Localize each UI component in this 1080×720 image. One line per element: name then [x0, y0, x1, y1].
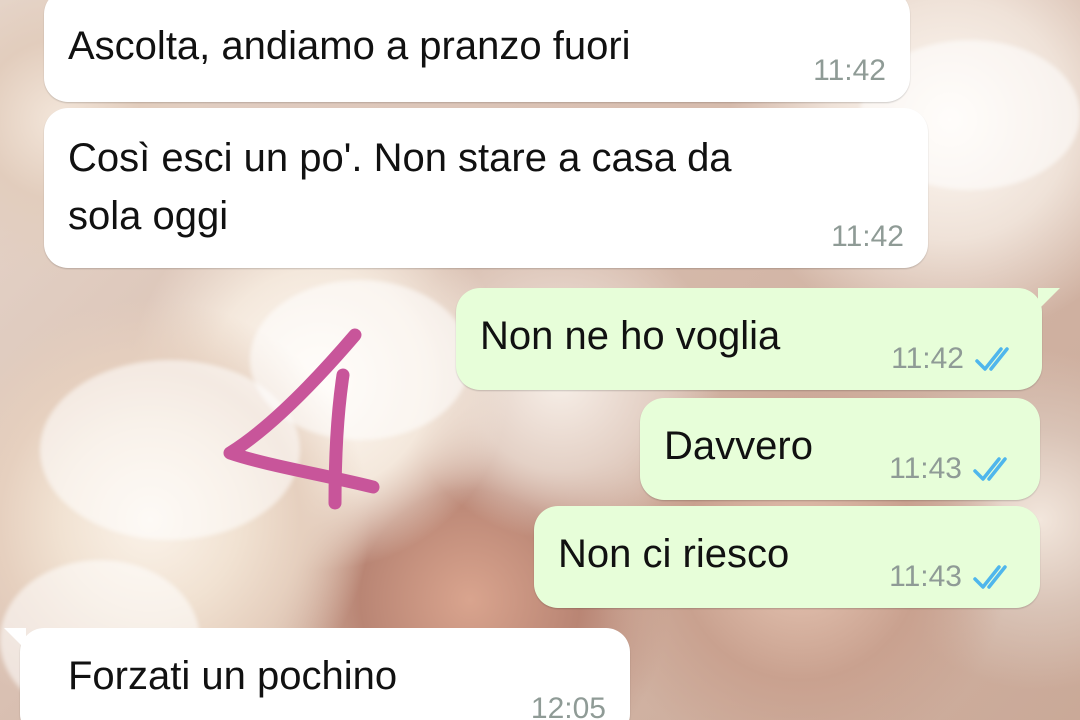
message-text: Forzati un pochino: [68, 654, 398, 698]
message-text-line-1: Così esci un po'. Non stare a casa da: [68, 136, 732, 180]
message-bubble-incoming[interactable]: Ascolta, andiamo a pranzo fuori 11:42: [44, 0, 910, 102]
bubble-tail: [1038, 288, 1060, 310]
message-text-line-2: sola oggi: [68, 194, 229, 238]
message-text: Non ne ho voglia: [480, 314, 781, 358]
read-double-check-icon: [973, 565, 1007, 589]
message-text: Non ci riesco: [558, 532, 790, 576]
message-bubble-outgoing[interactable]: Non ne ho voglia 11:42: [456, 288, 1060, 390]
message-meta: 12:05: [531, 692, 606, 720]
message-timestamp: 12:05: [530, 692, 606, 720]
message-timestamp: 11:43: [889, 452, 962, 485]
message-bubble-outgoing[interactable]: Davvero 11:43: [640, 398, 1040, 500]
message-meta: 11:42: [813, 54, 886, 88]
message-text: Ascolta, andiamo a pranzo fuori: [68, 24, 631, 68]
read-double-check-icon: [975, 347, 1009, 371]
message-meta: 11:43: [889, 452, 1016, 486]
message-meta: 11:42: [891, 342, 1018, 376]
read-double-check-icon: [973, 457, 1007, 481]
bubble-tail: [4, 628, 26, 650]
message-meta: 11:43: [889, 560, 1016, 594]
handwritten-number-annotation: [223, 328, 380, 510]
message-bubble-outgoing[interactable]: Non ci riesco 11:43: [534, 506, 1040, 608]
message-meta: 11:42: [831, 220, 904, 254]
message-text: Davvero: [664, 424, 813, 468]
message-timestamp: 11:42: [831, 220, 904, 253]
message-timestamp: 11:43: [889, 560, 962, 593]
message-timestamp: 11:42: [891, 342, 964, 375]
message-timestamp: 11:42: [813, 54, 886, 87]
message-bubble-incoming[interactable]: Forzati un pochino 12:05: [4, 628, 630, 720]
message-bubble-incoming[interactable]: Così esci un po'. Non stare a casa da so…: [44, 108, 928, 268]
